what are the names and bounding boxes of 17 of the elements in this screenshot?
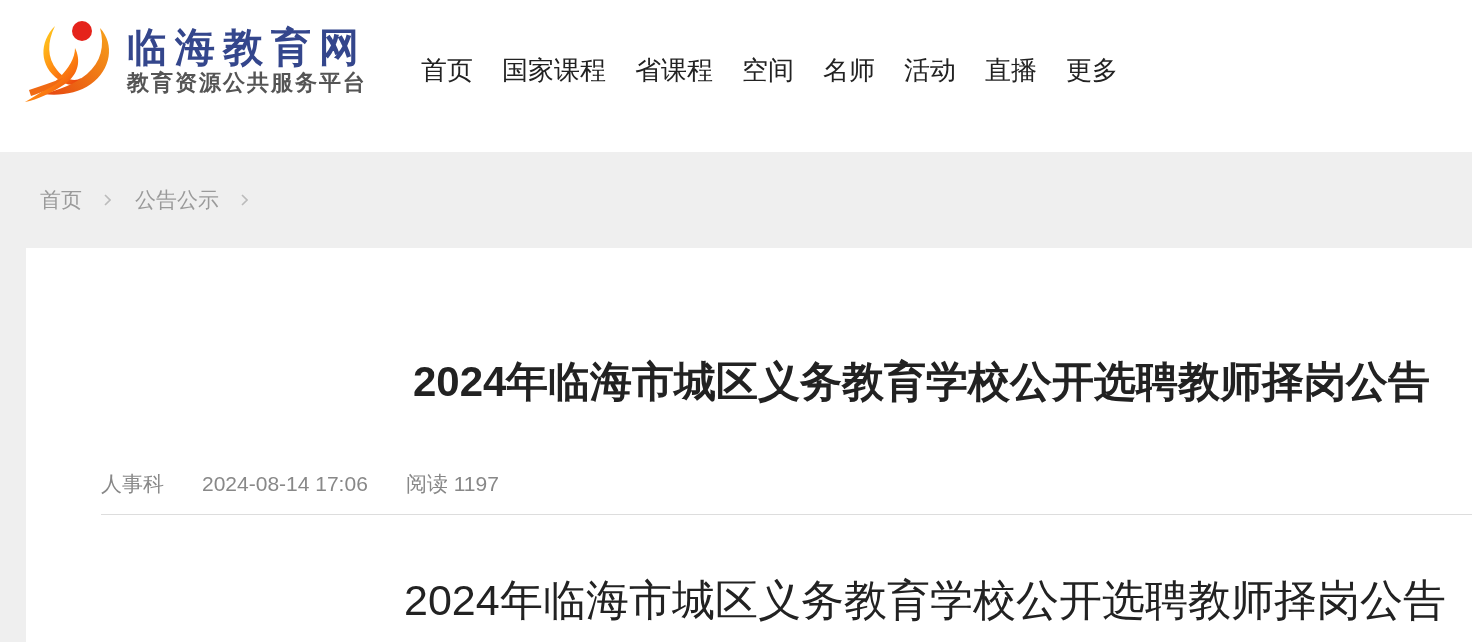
article-title: 2024年临海市城区义务教育学校公开选聘教师择岗公告 [413, 357, 1432, 407]
article-meta: 2024-08-14 17:06 [202, 471, 368, 497]
nav-link[interactable]: 直播 [985, 52, 1037, 88]
nav-link[interactable]: 名师 [823, 52, 875, 88]
nav-link[interactable]: 更多 [1066, 52, 1118, 88]
nav-link[interactable]: 空间 [742, 52, 794, 88]
site-subtitle: 教育资源公共服务平台 [127, 70, 367, 96]
nav-link[interactable]: 国家课程 [502, 52, 606, 88]
body-heading: 2024年临海市城区义务教育学校公开选聘教师择岗公告 [404, 575, 1447, 626]
chevron-right-icon [241, 194, 248, 206]
article-meta: 阅读 1197 [405, 471, 499, 497]
chevron-right-icon [104, 194, 111, 206]
site-title: 临海教育网 [127, 26, 367, 68]
nav-link[interactable]: 活动 [904, 52, 956, 88]
nav-link[interactable]: 首页 [421, 52, 473, 88]
nav-link[interactable]: 省课程 [635, 52, 713, 88]
article-meta: 人事科 [101, 471, 164, 497]
